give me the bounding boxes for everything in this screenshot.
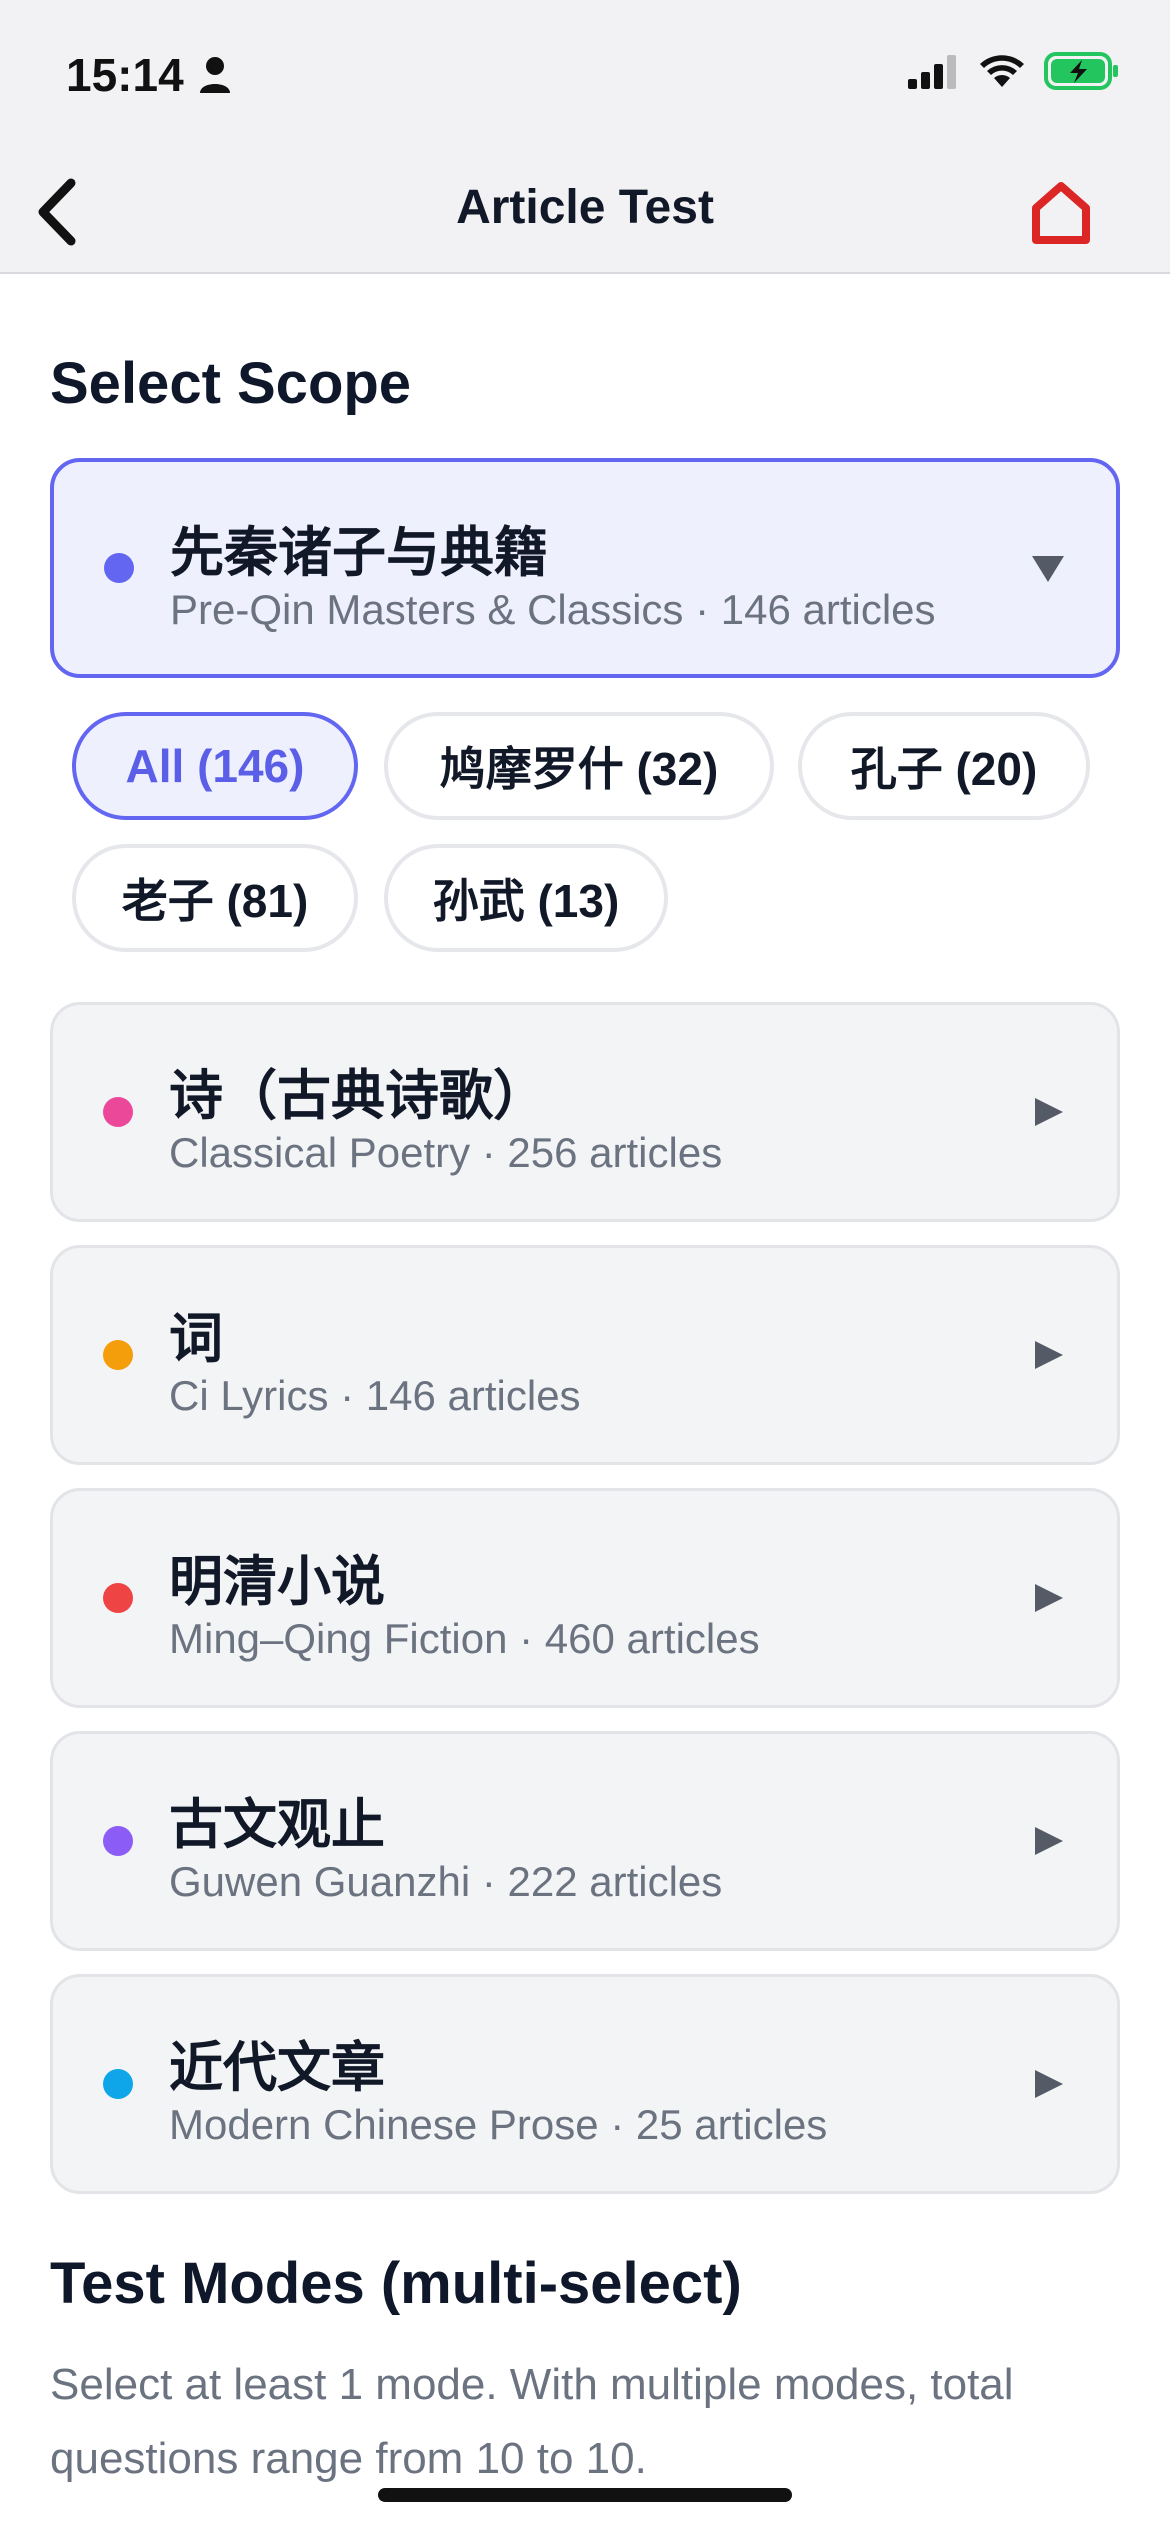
page-title: Article Test xyxy=(456,181,714,234)
caret-right-icon xyxy=(1035,1584,1063,1612)
status-time: 15:14 xyxy=(66,48,232,102)
scope-dot xyxy=(104,553,134,583)
scope-title: 诗（古典诗歌） xyxy=(169,1066,547,1126)
test-modes-title: Test Modes (multi-select) xyxy=(50,2251,742,2316)
caret-right-icon xyxy=(1035,1098,1063,1126)
scope-title: 词 xyxy=(169,1309,223,1369)
scope-card-ci-lyrics[interactable]: 词 Ci Lyrics · 146 articles xyxy=(50,1245,1120,1465)
caret-down-icon xyxy=(1032,556,1064,582)
status-bar: 15:14 xyxy=(0,0,1170,150)
test-modes-description: Select at least 1 mode. With multiple mo… xyxy=(50,2360,1014,2483)
chip-all[interactable]: All (146) xyxy=(72,712,358,820)
scope-card-modern-prose[interactable]: 近代文章 Modern Chinese Prose · 25 articles xyxy=(50,1974,1120,2194)
caret-right-icon xyxy=(1035,1341,1063,1369)
home-icon xyxy=(1032,182,1090,244)
nav-bar: Article Test xyxy=(0,150,1170,274)
caret-right-icon xyxy=(1035,2070,1063,2098)
chip-confucius[interactable]: 孔子 (20) xyxy=(798,712,1090,820)
wifi-icon xyxy=(980,55,1024,87)
scope-subtitle: Ci Lyrics · 146 articles xyxy=(169,1372,581,1419)
scope-title: 先秦诸子与典籍 xyxy=(170,523,548,583)
scope-dot xyxy=(103,1583,133,1613)
home-indicator xyxy=(378,2488,792,2502)
scope-title: 近代文章 xyxy=(169,2038,385,2098)
scope-subtitle: Classical Poetry · 256 articles xyxy=(169,1129,723,1176)
scope-subtitle: Pre-Qin Masters & Classics · 146 article… xyxy=(170,586,936,633)
scope-dot xyxy=(103,1826,133,1856)
chip-sunwu[interactable]: 孙武 (13) xyxy=(384,844,668,952)
status-time-text: 15:14 xyxy=(66,49,184,101)
scope-subtitle: Modern Chinese Prose · 25 articles xyxy=(169,2101,828,2148)
chip-kumarajiva[interactable]: 鸠摩罗什 (32) xyxy=(384,712,774,820)
scope-subtitle: Ming–Qing Fiction · 460 articles xyxy=(169,1615,760,1662)
scope-title: 明清小说 xyxy=(169,1552,385,1612)
scope-dot xyxy=(103,1097,133,1127)
chip-laozi[interactable]: 老子 (81) xyxy=(72,844,358,952)
scope-dot xyxy=(103,1340,133,1370)
signal-icon xyxy=(908,55,956,89)
scope-card-pre-qin[interactable]: 先秦诸子与典籍 Pre-Qin Masters & Classics · 146… xyxy=(50,458,1120,678)
scope-card-classical-poetry[interactable]: 诗（古典诗歌） Classical Poetry · 256 articles xyxy=(50,1002,1120,1222)
caret-right-icon xyxy=(1035,1827,1063,1855)
scope-card-ming-qing-fiction[interactable]: 明清小说 Ming–Qing Fiction · 460 articles xyxy=(50,1488,1120,1708)
scope-title: 古文观止 xyxy=(169,1795,385,1855)
scope-subtitle: Guwen Guanzhi · 222 articles xyxy=(169,1858,723,1905)
battery-icon xyxy=(1044,52,1118,90)
scope-dot xyxy=(103,2069,133,2099)
status-icons xyxy=(908,52,1120,90)
scope-card-guwen-guanzhi[interactable]: 古文观止 Guwen Guanzhi · 222 articles xyxy=(50,1731,1120,1951)
home-button[interactable] xyxy=(1030,180,1092,244)
person-icon xyxy=(199,57,230,93)
select-scope-title: Select Scope xyxy=(50,351,412,416)
